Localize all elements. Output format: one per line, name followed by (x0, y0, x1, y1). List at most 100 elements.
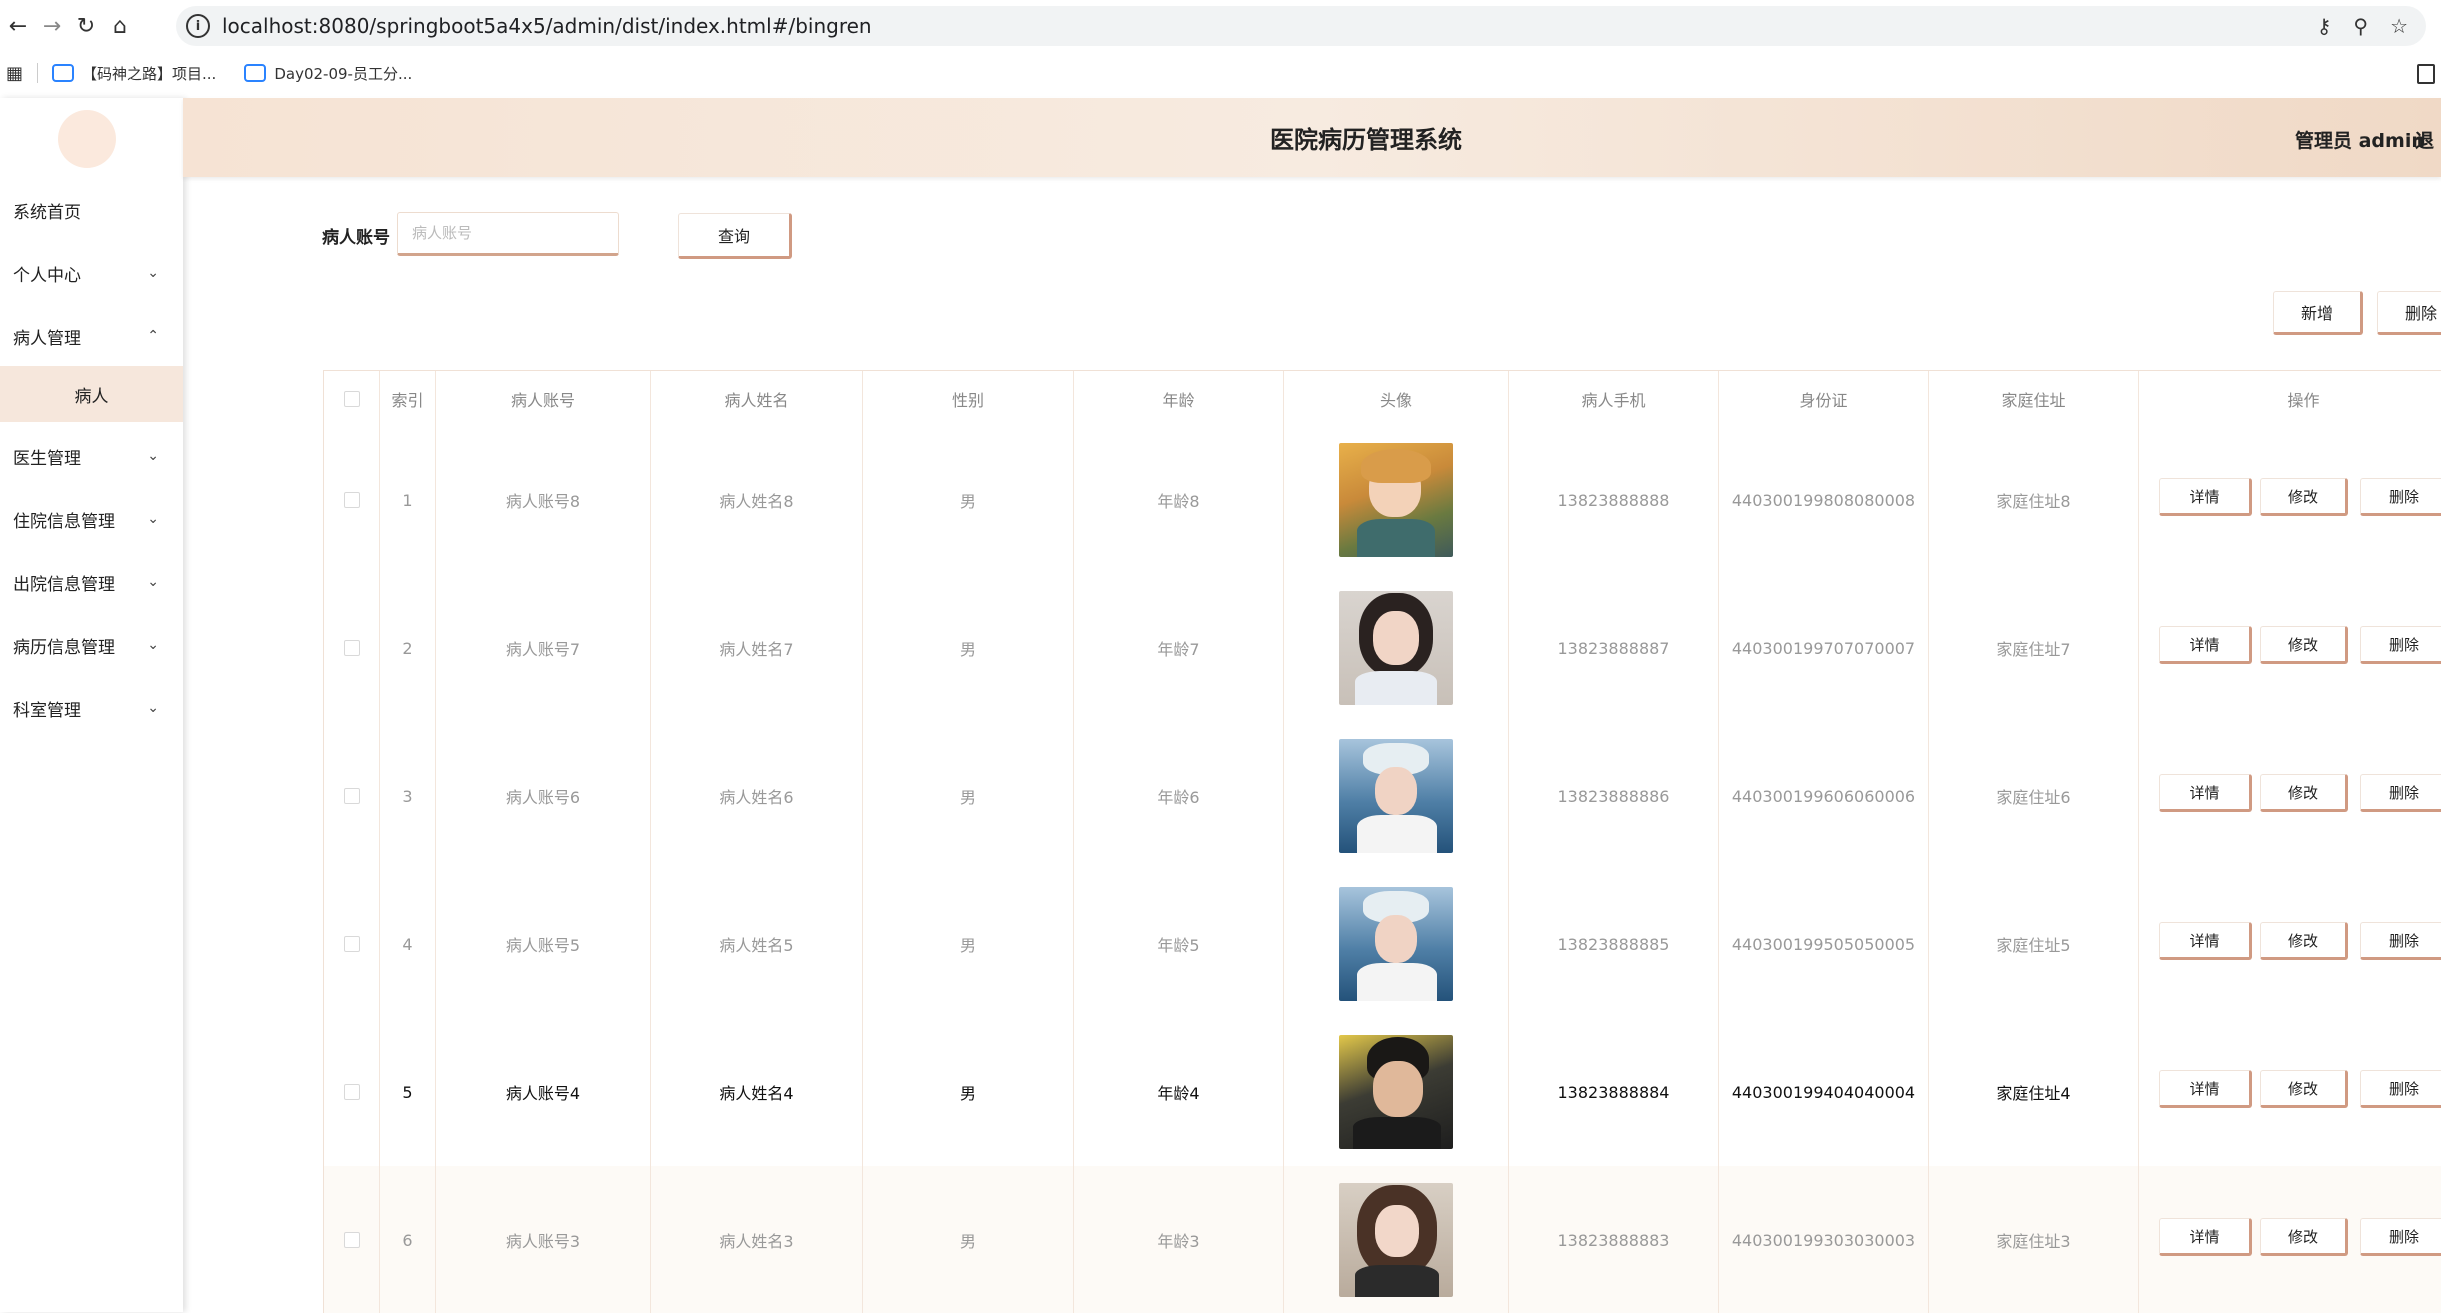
detail-button[interactable]: 详情 (2159, 774, 2252, 812)
sidebar-item-personal-center[interactable]: 个人中心 ⌄ (0, 243, 183, 303)
logout-link[interactable]: 退 (2415, 126, 2434, 153)
edit-button[interactable]: 修改 (2260, 626, 2348, 664)
table-row[interactable]: 6 病人账号3 病人姓名3 男 年龄3 13823888883 44030019… (324, 1166, 2441, 1313)
edit-button[interactable]: 修改 (2260, 774, 2348, 812)
phone-cell: 13823888886 (1509, 722, 1719, 870)
sidebar-item-label: 住院信息管理 (13, 511, 115, 532)
bookmark-item[interactable]: Day02-09-员工分... (244, 63, 412, 84)
bookmark-item[interactable]: 【码神之路】项目... (52, 63, 216, 84)
table-row[interactable]: 1 病人账号8 病人姓名8 男 年龄8 13823888888 44030019… (324, 426, 2441, 575)
phone-cell: 13823888883 (1509, 1166, 1719, 1313)
row-select-cell (324, 1018, 380, 1166)
patient-avatar-image (1339, 443, 1453, 557)
sidebar-item-home[interactable]: 系统首页 (0, 180, 183, 240)
query-button[interactable]: 查询 (678, 213, 792, 259)
actions-cell: 详情 修改 删除 (2139, 1166, 2441, 1313)
table-row[interactable]: 4 病人账号5 病人姓名5 男 年龄5 13823888885 44030019… (324, 870, 2441, 1019)
row-checkbox[interactable] (343, 788, 360, 804)
detail-button[interactable]: 详情 (2159, 478, 2252, 516)
avatar-cell (1284, 870, 1509, 1018)
id-card-cell: 440300199808080008 (1719, 426, 1929, 574)
search-label: 病人账号 (322, 228, 390, 248)
sidebar-item-admission-management[interactable]: 住院信息管理 ⌄ (0, 489, 183, 549)
sidebar-item-label: 医生管理 (13, 448, 81, 469)
key-icon[interactable]: ⚷ (2317, 14, 2332, 38)
patient-table: 索引 病人账号 病人姓名 性别 年龄 头像 病人手机 身份证 家庭住址 操作 1… (323, 370, 2441, 1313)
id-card-cell: 440300199707070007 (1719, 574, 1929, 722)
actions-cell: 详情 修改 删除 (2139, 722, 2441, 870)
back-arrow-icon[interactable]: ← (4, 12, 32, 40)
detail-button[interactable]: 详情 (2159, 1070, 2252, 1108)
delete-button[interactable]: 删除 (2360, 1218, 2441, 1256)
bookmark-label: Day02-09-员工分... (274, 64, 413, 83)
age-cell: 年龄5 (1074, 870, 1284, 1018)
patient-avatar-image (1339, 1183, 1453, 1297)
index-cell: 3 (380, 722, 436, 870)
row-checkbox[interactable] (343, 640, 360, 656)
delete-button[interactable]: 删除 (2360, 922, 2441, 960)
edit-button[interactable]: 修改 (2260, 1070, 2348, 1108)
column-header: 操作 (2139, 371, 2441, 426)
edit-button[interactable]: 修改 (2260, 478, 2348, 516)
delete-button[interactable]: 删除 (2360, 1070, 2441, 1108)
detail-button[interactable]: 详情 (2159, 626, 2252, 664)
patient-avatar-image (1339, 591, 1453, 705)
address-bar[interactable]: i localhost:8080/springboot5a4x5/admin/d… (176, 6, 2426, 46)
edit-button[interactable]: 修改 (2260, 1218, 2348, 1256)
gender-cell: 男 (863, 426, 1074, 574)
site-info-icon[interactable]: i (186, 14, 210, 38)
detail-button[interactable]: 详情 (2159, 1218, 2252, 1256)
delete-button[interactable]: 删除 (2360, 774, 2441, 812)
phone-cell: 13823888887 (1509, 574, 1719, 722)
address-cell: 家庭住址7 (1929, 574, 2139, 722)
detail-button[interactable]: 详情 (2159, 922, 2252, 960)
address-cell: 家庭住址5 (1929, 870, 2139, 1018)
gender-cell: 男 (863, 722, 1074, 870)
row-checkbox[interactable] (343, 492, 360, 508)
column-header: 病人手机 (1509, 371, 1719, 426)
name-cell: 病人姓名6 (651, 722, 863, 870)
select-all-checkbox[interactable] (343, 390, 360, 407)
sidebar-item-department-management[interactable]: 科室管理 ⌄ (0, 678, 183, 738)
index-cell: 4 (380, 870, 436, 1018)
row-checkbox[interactable] (343, 1084, 360, 1100)
sidebar-item-patient-management[interactable]: 病人管理 ⌃ (0, 306, 183, 366)
id-card-cell: 440300199606060006 (1719, 722, 1929, 870)
row-select-cell (324, 426, 380, 574)
delete-button[interactable]: 删除 (2360, 626, 2441, 664)
home-icon[interactable]: ⌂ (106, 12, 134, 40)
forward-arrow-icon[interactable]: → (38, 12, 66, 40)
chevron-down-icon: ⌄ (147, 637, 159, 653)
address-url[interactable]: localhost:8080/springboot5a4x5/admin/dis… (222, 14, 872, 38)
reload-icon[interactable]: ↻ (72, 12, 100, 40)
edit-button[interactable]: 修改 (2260, 922, 2348, 960)
column-header: 索引 (380, 371, 436, 426)
column-header: 身份证 (1719, 371, 1929, 426)
sidebar-item-discharge-management[interactable]: 出院信息管理 ⌄ (0, 552, 183, 612)
sidebar-item-records-management[interactable]: 病历信息管理 ⌄ (0, 615, 183, 675)
name-cell: 病人姓名3 (651, 1166, 863, 1313)
sidebar-item-doctor-management[interactable]: 医生管理 ⌄ (0, 426, 183, 486)
add-button[interactable]: 新增 (2273, 291, 2363, 335)
main-content: 病人账号 查询 新增 删除 索引 病人账号 病人姓名 性别 年龄 头像 病人手机… (183, 177, 2441, 1313)
table-row[interactable]: 2 病人账号7 病人姓名7 男 年龄7 13823888887 44030019… (324, 574, 2441, 723)
chevron-down-icon: ⌄ (147, 574, 159, 590)
delete-button[interactable]: 删除 (2360, 478, 2441, 516)
table-row[interactable]: 5 病人账号4 病人姓名4 男 年龄4 13823888884 44030019… (324, 1018, 2441, 1167)
delete-batch-button[interactable]: 删除 (2377, 291, 2441, 335)
column-header: 病人账号 (436, 371, 651, 426)
zoom-icon[interactable]: ⚲ (2353, 14, 2368, 38)
search-input[interactable] (397, 212, 619, 256)
bookmark-label: 【码神之路】项目... (82, 64, 217, 83)
age-cell: 年龄8 (1074, 426, 1284, 574)
star-icon[interactable]: ☆ (2390, 14, 2408, 38)
table-row[interactable]: 3 病人账号6 病人姓名6 男 年龄6 13823888886 44030019… (324, 722, 2441, 871)
row-select-cell (324, 1166, 380, 1313)
sidebar-item-label: 科室管理 (13, 700, 81, 721)
apps-grid-icon[interactable]: ▦ (6, 63, 23, 84)
row-checkbox[interactable] (343, 1232, 360, 1248)
row-checkbox[interactable] (343, 936, 360, 952)
index-cell: 6 (380, 1166, 436, 1313)
sidebar-subitem-patient[interactable]: 病人 (0, 366, 183, 422)
all-bookmarks-icon[interactable] (2417, 64, 2435, 84)
